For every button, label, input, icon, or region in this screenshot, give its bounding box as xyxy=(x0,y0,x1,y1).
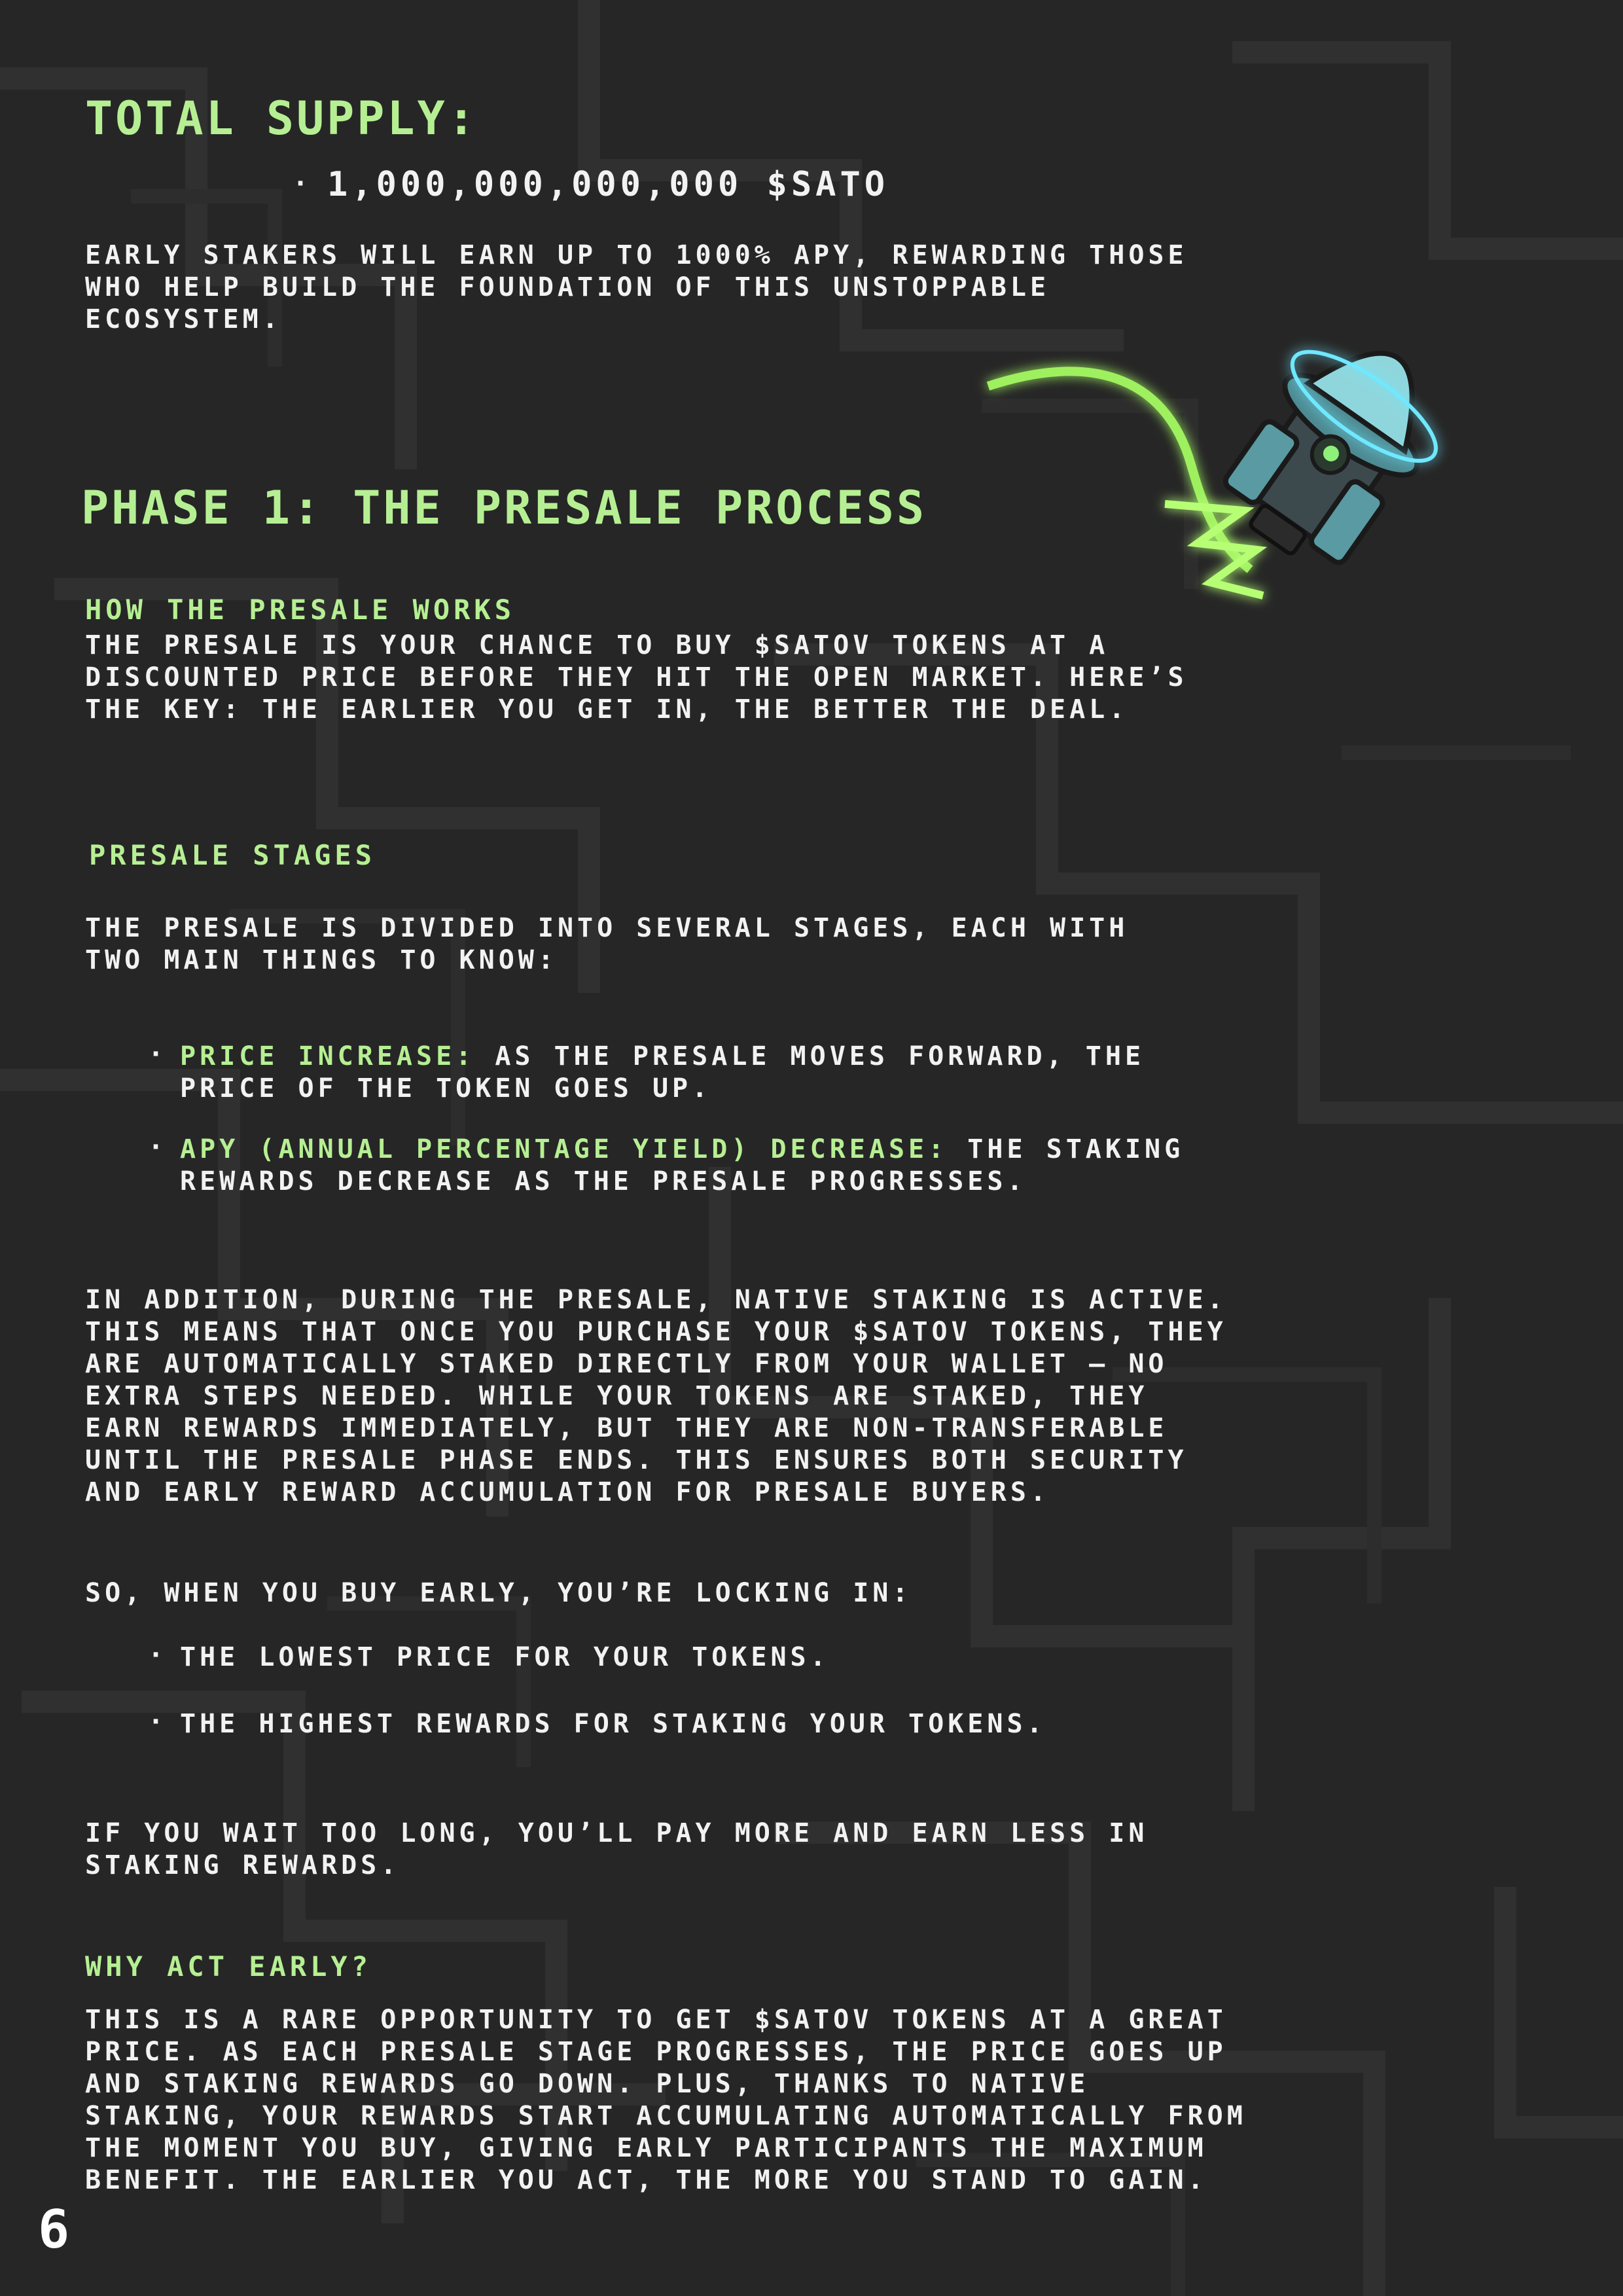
bullet-text: AS THE PRESALE MOVES FORWARD, THE xyxy=(495,1041,1145,1071)
addition-line: AND EARLY REWARD ACCUMULATION FOR PRESAL… xyxy=(85,1477,1050,1507)
how-presale-works-heading: HOW THE PRESALE WORKS xyxy=(85,594,516,626)
how-line: THE PRESALE IS YOUR CHANCE TO BUY $SATOV… xyxy=(85,630,1109,660)
why-line: STAKING, YOUR REWARDS START ACCUMULATING… xyxy=(85,2101,1247,2131)
bullet-text: THE STAKING xyxy=(967,1134,1185,1164)
wait-line: STAKING REWARDS. xyxy=(85,1850,401,1880)
bullet-label: APY (ANNUAL PERCENTAGE YIELD) DECREASE: xyxy=(180,1134,948,1164)
total-supply-value: 1,000,000,000,000 $SATO xyxy=(327,165,889,204)
locking-bullet: THE LOWEST PRICE FOR YOUR TOKENS. xyxy=(180,1642,830,1672)
supply-note-line: WHO HELP BUILD THE FOUNDATION OF THIS UN… xyxy=(85,272,1050,302)
addition-line: THIS MEANS THAT ONCE YOU PURCHASE YOUR $… xyxy=(85,1317,1227,1347)
why-line: PRICE. AS EACH PRESALE STAGE PROGRESSES,… xyxy=(85,2037,1227,2067)
how-line: DISCOUNTED PRICE BEFORE THEY HIT THE OPE… xyxy=(85,662,1188,692)
locking-bullet: THE HIGHEST REWARDS FOR STAKING YOUR TOK… xyxy=(180,1709,1046,1739)
apy-decrease-bullet: APY (ANNUAL PERCENTAGE YIELD) DECREASE: … xyxy=(180,1134,1184,1166)
addition-line: UNTIL THE PRESALE PHASE ENDS. THIS ENSUR… xyxy=(85,1445,1188,1475)
bullet-dot: · xyxy=(148,1132,164,1162)
supply-note-line: EARLY STAKERS WILL EARN UP TO 1000% APY,… xyxy=(85,240,1188,270)
how-line: THE KEY: THE EARLIER YOU GET IN, THE BET… xyxy=(85,694,1129,725)
bullet-dot: · xyxy=(293,169,309,199)
bullet-dot: · xyxy=(148,1039,164,1069)
stages-intro-line: THE PRESALE IS DIVIDED INTO SEVERAL STAG… xyxy=(85,913,1129,943)
price-increase-bullet: PRICE INCREASE: AS THE PRESALE MOVES FOR… xyxy=(180,1041,1145,1073)
locking-intro: SO, WHEN YOU BUY EARLY, YOU’RE LOCKING I… xyxy=(85,1578,912,1608)
why-line: THIS IS A RARE OPPORTUNITY TO GET $SATOV… xyxy=(85,2005,1227,2035)
addition-line: EARN REWARDS IMMEDIATELY, BUT THEY ARE N… xyxy=(85,1413,1168,1443)
supply-note-line: ECOSYSTEM. xyxy=(85,304,282,334)
bullet-dot: · xyxy=(148,1640,164,1670)
addition-line: IN ADDITION, DURING THE PRESALE, NATIVE … xyxy=(85,1285,1227,1315)
addition-line: EXTRA STEPS NEEDED. WHILE YOUR TOKENS AR… xyxy=(85,1381,1149,1411)
rocket-icon xyxy=(986,350,1438,600)
bullet-dot: · xyxy=(148,1707,164,1737)
why-line: AND STAKING REWARDS GO DOWN. PLUS, THANK… xyxy=(85,2069,1090,2099)
why-act-early-heading: WHY ACT EARLY? xyxy=(85,1950,372,1982)
bullet-text-continued: PRICE OF THE TOKEN GOES UP. xyxy=(180,1073,712,1103)
total-supply-heading: TOTAL SUPPLY: xyxy=(85,92,478,145)
page-number: 6 xyxy=(38,2199,70,2260)
wait-line: IF YOU WAIT TOO LONG, YOU’LL PAY MORE AN… xyxy=(85,1818,1149,1848)
presale-stages-heading: PRESALE STAGES xyxy=(89,839,376,871)
addition-line: ARE AUTOMATICALLY STAKED DIRECTLY FROM Y… xyxy=(85,1349,1168,1379)
stages-intro-line: TWO MAIN THINGS TO KNOW: xyxy=(85,945,558,975)
bullet-label: PRICE INCREASE: xyxy=(180,1041,476,1071)
why-line: THE MOMENT YOU BUY, GIVING EARLY PARTICI… xyxy=(85,2133,1207,2163)
why-line: BENEFIT. THE EARLIER YOU ACT, THE MORE Y… xyxy=(85,2165,1207,2195)
phase-title: PHASE 1: THE PRESALE PROCESS xyxy=(81,481,927,535)
bullet-text-continued: REWARDS DECREASE AS THE PRESALE PROGRESS… xyxy=(180,1166,1027,1196)
